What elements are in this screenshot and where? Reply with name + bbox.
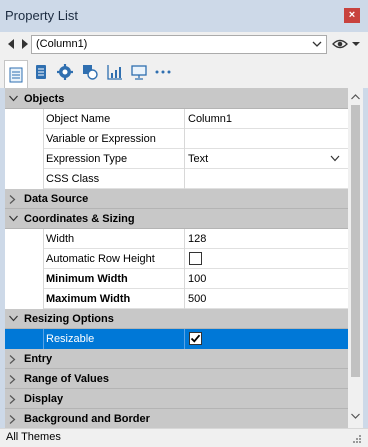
category-label: Background and Border: [24, 413, 150, 425]
chevron-right-icon: [9, 195, 16, 204]
chevron-right-icon: [9, 415, 16, 424]
property-row-max-width[interactable]: Maximum Width 500: [5, 289, 348, 309]
tab-data[interactable]: [29, 60, 53, 84]
category-label: Entry: [24, 353, 53, 365]
chevron-right-icon: [9, 395, 16, 404]
property-row-min-width[interactable]: Minimum Width 100: [5, 269, 348, 289]
category-data-source[interactable]: Data Source: [5, 189, 348, 209]
property-label: Object Name: [46, 113, 111, 125]
chevron-down-icon: [9, 315, 18, 322]
category-background-border[interactable]: Background and Border: [5, 409, 348, 428]
tab-properties[interactable]: [4, 60, 28, 88]
category-objects[interactable]: Objects: [5, 89, 348, 109]
object-selector-row: (Column1): [0, 32, 368, 56]
property-value[interactable]: 128: [188, 233, 206, 245]
scroll-down-icon[interactable]: [351, 413, 360, 419]
chevron-down-icon: [312, 41, 322, 47]
property-label: Automatic Row Height: [46, 253, 155, 265]
category-label: Data Source: [24, 193, 89, 205]
property-row-variable[interactable]: Variable or Expression: [5, 129, 348, 149]
tab-more[interactable]: [151, 60, 175, 84]
theme-filter-label[interactable]: All Themes: [6, 431, 61, 443]
chevron-down-icon: [9, 215, 18, 222]
tab-settings[interactable]: [53, 60, 77, 84]
scroll-up-icon[interactable]: [351, 94, 360, 100]
property-value[interactable]: Column1: [188, 113, 232, 125]
category-label: Objects: [24, 93, 65, 105]
property-label: Resizable: [46, 333, 95, 345]
scrollbar-thumb[interactable]: [351, 105, 360, 377]
category-label: Coordinates & Sizing: [24, 213, 135, 225]
property-row-width[interactable]: Width 128: [5, 229, 348, 249]
property-label: Maximum Width: [46, 293, 131, 305]
property-row-object-name[interactable]: Object Name Column1: [5, 109, 348, 129]
resizable-checkbox[interactable]: [189, 332, 202, 345]
property-label: Minimum Width: [46, 273, 128, 285]
status-bar: All Themes: [0, 428, 368, 447]
property-label: Variable or Expression: [46, 133, 156, 145]
more-icon: [155, 70, 171, 74]
display-icon: [131, 65, 147, 80]
chevron-right-icon: [9, 355, 16, 364]
tab-shapes[interactable]: [78, 60, 102, 84]
property-label: Expression Type: [46, 153, 128, 165]
property-row-resizable[interactable]: Resizable: [5, 329, 348, 349]
category-label: Display: [24, 393, 64, 405]
expression-type-select[interactable]: Text: [188, 153, 208, 165]
category-label: Resizing Options: [24, 313, 114, 325]
close-icon: ×: [348, 9, 356, 21]
close-button[interactable]: ×: [344, 8, 360, 23]
eye-icon[interactable]: [332, 38, 362, 50]
category-display[interactable]: Display: [5, 389, 348, 409]
property-row-expression-type[interactable]: Expression Type Text: [5, 149, 348, 169]
resize-grip-icon[interactable]: [352, 434, 362, 444]
property-row-css-class[interactable]: CSS Class: [5, 169, 348, 189]
object-select[interactable]: (Column1): [31, 35, 327, 54]
category-resizing[interactable]: Resizing Options: [5, 309, 348, 329]
category-coordinates[interactable]: Coordinates & Sizing: [5, 209, 348, 229]
title-bar: Property List ×: [0, 0, 368, 32]
chart-icon: [107, 65, 122, 80]
window-title: Property List: [5, 8, 78, 23]
nav-arrows-icon[interactable]: [7, 38, 29, 50]
tab-display[interactable]: [127, 60, 151, 84]
category-range-of-values[interactable]: Range of Values: [5, 369, 348, 389]
checkmark-icon: [190, 334, 201, 343]
chevron-down-icon[interactable]: [330, 155, 340, 162]
vertical-scrollbar[interactable]: [348, 88, 363, 428]
property-label: CSS Class: [46, 173, 100, 185]
property-value[interactable]: 100: [188, 273, 206, 285]
category-entry[interactable]: Entry: [5, 349, 348, 369]
settings-icon: [57, 64, 73, 80]
chevron-right-icon: [9, 375, 16, 384]
shapes-icon: [83, 65, 98, 80]
chevron-down-icon: [9, 95, 18, 102]
property-row-auto-row-height[interactable]: Automatic Row Height: [5, 249, 348, 269]
auto-row-height-checkbox[interactable]: [189, 252, 202, 265]
category-label: Range of Values: [24, 373, 109, 385]
tab-chart[interactable]: [103, 60, 127, 84]
property-value[interactable]: 500: [188, 293, 206, 305]
property-label: Width: [46, 233, 75, 245]
property-grid: Objects Object Name Column1 Variable or …: [5, 88, 348, 428]
properties-list-icon: [9, 67, 23, 82]
data-icon: [36, 65, 46, 79]
toolbar: [0, 56, 368, 88]
object-select-value: (Column1): [36, 38, 88, 50]
